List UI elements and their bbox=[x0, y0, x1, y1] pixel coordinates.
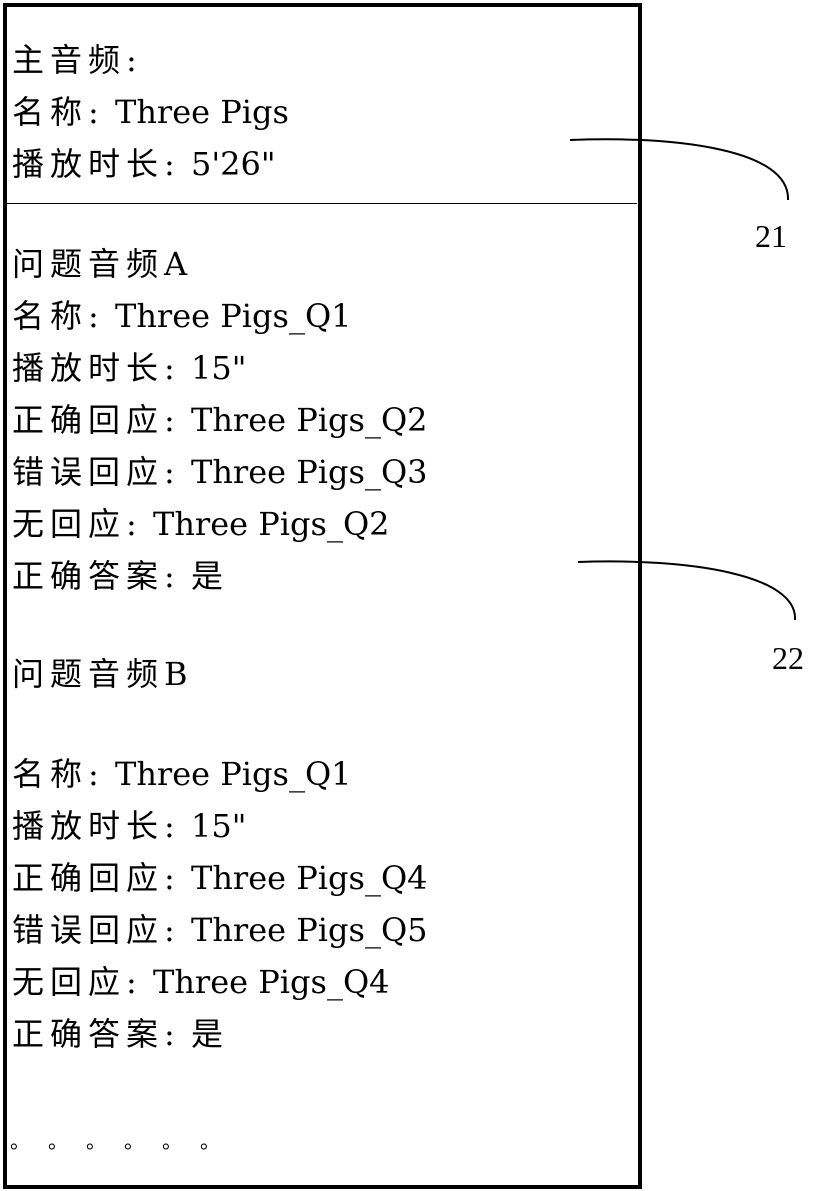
reference-label-22: 22 bbox=[772, 640, 804, 676]
name-value: Three Pigs bbox=[114, 93, 289, 131]
name-value: Three Pigs_Q1 bbox=[114, 297, 352, 335]
duration-value: 5'26" bbox=[190, 145, 276, 183]
question-a-heading: 问题音频A bbox=[12, 245, 194, 283]
ellipsis: 。。。。。。 bbox=[10, 1129, 248, 1153]
question-b-heading: 问题音频B bbox=[12, 655, 194, 693]
correct-response-value: Three Pigs_Q4 bbox=[190, 859, 428, 897]
question-b-duration-row: 播放时长: 15" bbox=[12, 806, 246, 846]
wrong-response-label: 错误回应: bbox=[12, 453, 181, 491]
duration-label: 播放时长: bbox=[12, 349, 181, 387]
question-b-name-row: 名称: Three Pigs_Q1 bbox=[12, 754, 352, 794]
no-response-label: 无回应: bbox=[12, 505, 143, 543]
question-a-name-row: 名称: Three Pigs_Q1 bbox=[12, 296, 352, 336]
name-label: 名称: bbox=[12, 755, 105, 793]
question-a-correct-answer-row: 正确答案: 是 bbox=[12, 556, 223, 596]
wrong-response-label: 错误回应: bbox=[12, 911, 181, 949]
question-a-duration-row: 播放时长: 15" bbox=[12, 348, 246, 388]
reference-label-21: 21 bbox=[755, 218, 787, 254]
question-b-wrong-response-row: 错误回应: Three Pigs_Q5 bbox=[12, 910, 428, 950]
duration-label: 播放时长: bbox=[12, 807, 181, 845]
no-response-value: Three Pigs_Q4 bbox=[152, 963, 390, 1001]
correct-response-label: 正确回应: bbox=[12, 859, 181, 897]
name-value: Three Pigs_Q1 bbox=[114, 755, 352, 793]
correct-answer-label: 正确答案: bbox=[12, 1015, 181, 1053]
question-a-correct-response-row: 正确回应: Three Pigs_Q2 bbox=[12, 400, 428, 440]
question-a-no-response-row: 无回应: Three Pigs_Q2 bbox=[12, 504, 390, 544]
duration-value: 15" bbox=[190, 349, 247, 387]
correct-response-label: 正确回应: bbox=[12, 401, 181, 439]
no-response-label: 无回应: bbox=[12, 963, 143, 1001]
section-divider bbox=[7, 203, 637, 204]
question-a-wrong-response-row: 错误回应: Three Pigs_Q3 bbox=[12, 452, 428, 492]
wrong-response-value: Three Pigs_Q3 bbox=[190, 453, 428, 491]
main-audio-heading: 主音频: bbox=[12, 41, 143, 79]
correct-answer-value: 是 bbox=[190, 1015, 223, 1053]
no-response-value: Three Pigs_Q2 bbox=[152, 505, 390, 543]
duration-value: 15" bbox=[190, 807, 247, 845]
correct-answer-value: 是 bbox=[190, 557, 223, 595]
name-label: 名称: bbox=[12, 297, 105, 335]
question-b-correct-response-row: 正确回应: Three Pigs_Q4 bbox=[12, 858, 428, 898]
wrong-response-value: Three Pigs_Q5 bbox=[190, 911, 428, 949]
question-b-correct-answer-row: 正确答案: 是 bbox=[12, 1014, 223, 1054]
question-b-no-response-row: 无回应: Three Pigs_Q4 bbox=[12, 962, 390, 1002]
correct-answer-label: 正确答案: bbox=[12, 557, 181, 595]
name-label: 名称: bbox=[12, 93, 105, 131]
main-audio-name-row: 名称: Three Pigs bbox=[12, 92, 289, 132]
main-audio-duration-row: 播放时长: 5'26" bbox=[12, 144, 276, 184]
correct-response-value: Three Pigs_Q2 bbox=[190, 401, 428, 439]
duration-label: 播放时长: bbox=[12, 145, 181, 183]
